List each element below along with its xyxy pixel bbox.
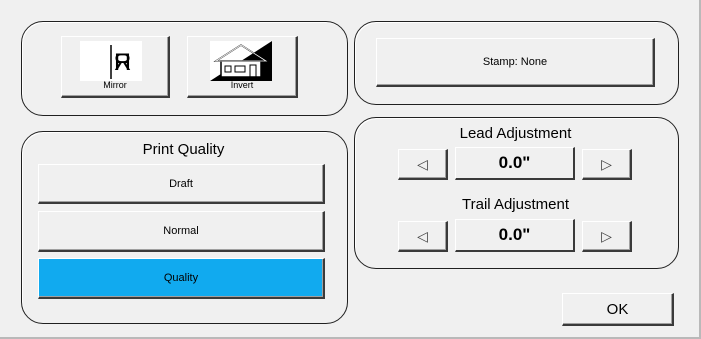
lead-value: 0.0" xyxy=(455,147,575,180)
ok-label: OK xyxy=(606,300,629,318)
invert-icon xyxy=(210,41,272,81)
mirror-label: Mirror xyxy=(103,80,127,90)
mirror-button[interactable]: R R Mirror xyxy=(61,36,170,98)
mirror-icon: R R xyxy=(80,41,142,81)
trail-decrease-button[interactable]: ◁ xyxy=(398,221,448,252)
left-arrow-icon: ◁ xyxy=(417,155,428,172)
invert-label: Invert xyxy=(230,80,254,90)
draft-option-button[interactable]: Draft xyxy=(38,164,325,204)
draft-label: Draft xyxy=(169,177,193,190)
ok-button[interactable]: OK xyxy=(562,293,674,326)
trail-adjustment-title: Trail Adjustment xyxy=(462,196,569,213)
stamp-label: Stamp: None xyxy=(482,56,548,68)
lead-increase-button[interactable]: ▷ xyxy=(582,149,632,180)
trail-value: 0.0" xyxy=(455,219,575,252)
right-arrow-icon: ▷ xyxy=(601,227,612,244)
invert-button[interactable]: Invert xyxy=(187,36,298,98)
quality-label: Quality xyxy=(163,272,199,284)
left-arrow-icon: ◁ xyxy=(417,227,428,244)
trail-increase-button[interactable]: ▷ xyxy=(582,221,632,252)
print-quality-title: Print Quality xyxy=(142,141,225,158)
normal-option-button[interactable]: Normal xyxy=(38,211,325,252)
svg-text:R: R xyxy=(114,49,131,76)
print-settings-dialog: R R Mirror Invert Stamp: None Print Qual xyxy=(0,0,701,339)
lead-decrease-button[interactable]: ◁ xyxy=(398,149,448,180)
quality-option-button[interactable]: Quality xyxy=(38,258,325,299)
normal-label: Normal xyxy=(163,225,199,237)
lead-adjustment-title: Lead Adjustment xyxy=(459,125,572,142)
right-arrow-icon: ▷ xyxy=(601,155,612,172)
stamp-button[interactable]: Stamp: None xyxy=(376,38,655,87)
